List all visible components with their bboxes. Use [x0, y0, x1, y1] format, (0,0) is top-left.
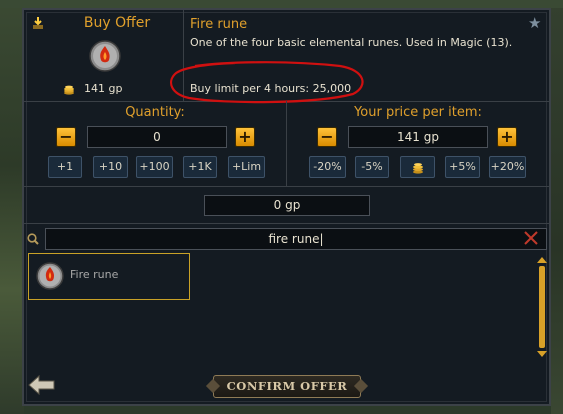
price-minus-5-button[interactable]: -5%	[355, 156, 389, 178]
results-scrollbar[interactable]	[536, 257, 548, 357]
search-input[interactable]: fire rune|	[45, 228, 547, 250]
item-name: Fire rune	[190, 17, 248, 32]
quantity-increase-button[interactable]: +	[235, 127, 255, 147]
price-plus-20-button[interactable]: +20%	[489, 156, 526, 178]
coin-stack-icon	[413, 163, 423, 174]
quantity-plus-limit-button[interactable]: +Lim	[228, 156, 265, 178]
price-section: Your price per item: − 141 gp + -20% -5%…	[287, 101, 549, 187]
red-annotation-circle	[170, 61, 364, 104]
offer-arrow-icon	[33, 17, 43, 29]
offer-title: Buy Offer	[83, 15, 151, 31]
quantity-plus-1k-button[interactable]: +1K	[183, 156, 217, 178]
price-input[interactable]: 141 gp	[348, 126, 488, 148]
coins-icon	[64, 85, 74, 95]
background-top	[0, 0, 563, 8]
star-icon[interactable]: ★	[528, 16, 541, 31]
offer-item-box: Buy Offer 141 gp	[24, 10, 184, 102]
confirm-offer-button[interactable]: CONFIRM OFFER	[213, 375, 361, 398]
quantity-input[interactable]: 0	[87, 126, 227, 148]
background-right	[551, 0, 563, 414]
price-minus-20-button[interactable]: -20%	[309, 156, 346, 178]
quantity-plus-10-button[interactable]: +10	[93, 156, 128, 178]
quantity-decrease-button[interactable]: −	[56, 127, 76, 147]
search-results: Fire rune	[26, 252, 550, 360]
background-left	[0, 0, 24, 414]
total-row: 0 gp	[24, 187, 549, 224]
total-price-display: 0 gp	[204, 195, 370, 216]
item-examine-text: One of the four basic elemental runes. U…	[190, 36, 513, 49]
clear-icon[interactable]	[522, 229, 540, 247]
price-guide-button[interactable]	[400, 156, 435, 178]
price-decrease-button[interactable]: −	[317, 127, 337, 147]
back-arrow-icon[interactable]	[27, 373, 57, 397]
quantity-plus-1-button[interactable]: +1	[48, 156, 82, 178]
price-increase-button[interactable]: +	[497, 127, 517, 147]
quantity-label: Quantity:	[125, 105, 185, 120]
quantity-section: Quantity: − 0 + +1 +10 +100 +1K +Lim	[24, 101, 287, 187]
item-guide-price: 141 gp	[84, 82, 123, 95]
fire-rune-icon	[36, 262, 64, 290]
result-item[interactable]: Fire rune	[28, 253, 190, 300]
price-label: Your price per item:	[354, 105, 482, 120]
quantity-plus-100-button[interactable]: +100	[136, 156, 173, 178]
search-icon	[27, 233, 39, 245]
fire-rune-icon	[89, 40, 121, 72]
result-item-name: Fire rune	[70, 268, 119, 281]
price-plus-5-button[interactable]: +5%	[445, 156, 480, 178]
